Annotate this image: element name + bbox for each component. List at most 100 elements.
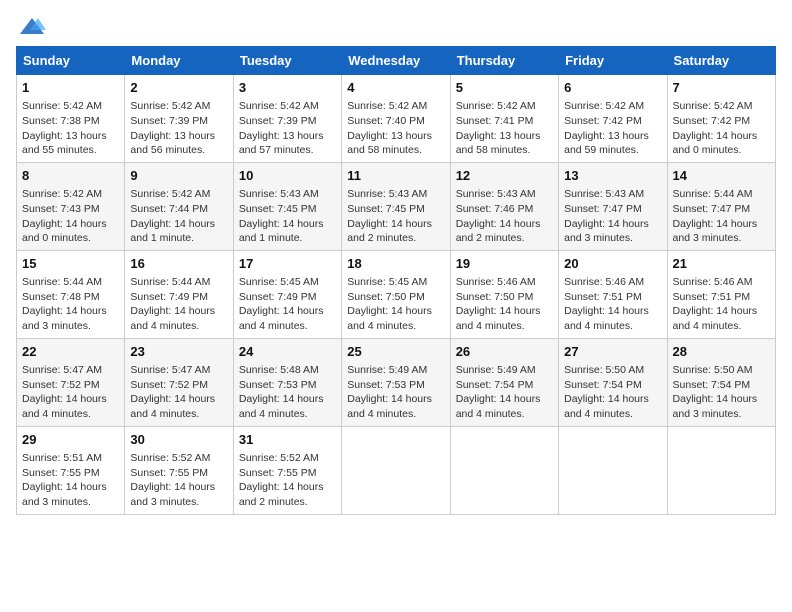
sunrise-text: Sunrise: 5:42 AM bbox=[22, 187, 119, 202]
day-number: 29 bbox=[22, 431, 119, 449]
calendar-cell: 8Sunrise: 5:42 AMSunset: 7:43 PMDaylight… bbox=[17, 162, 125, 250]
calendar-week-3: 8Sunrise: 5:42 AMSunset: 7:43 PMDaylight… bbox=[17, 162, 776, 250]
logo bbox=[16, 16, 46, 34]
sunset-text: Sunset: 7:50 PM bbox=[347, 290, 444, 305]
daylight-label: Daylight: 14 hours and 0 minutes. bbox=[22, 217, 119, 246]
sunset-text: Sunset: 7:47 PM bbox=[673, 202, 770, 217]
day-number: 13 bbox=[564, 167, 661, 185]
calendar-cell: 19Sunrise: 5:46 AMSunset: 7:50 PMDayligh… bbox=[450, 250, 558, 338]
daylight-label: Daylight: 14 hours and 0 minutes. bbox=[673, 129, 770, 158]
sunset-text: Sunset: 7:48 PM bbox=[22, 290, 119, 305]
sunrise-text: Sunrise: 5:44 AM bbox=[673, 187, 770, 202]
sunset-text: Sunset: 7:54 PM bbox=[673, 378, 770, 393]
calendar-cell: 1Sunrise: 5:42 AMSunset: 7:38 PMDaylight… bbox=[17, 75, 125, 163]
sunset-text: Sunset: 7:39 PM bbox=[130, 114, 227, 129]
sunset-text: Sunset: 7:45 PM bbox=[347, 202, 444, 217]
day-number: 22 bbox=[22, 343, 119, 361]
calendar-cell: 4Sunrise: 5:42 AMSunset: 7:40 PMDaylight… bbox=[342, 75, 450, 163]
sunset-text: Sunset: 7:55 PM bbox=[130, 466, 227, 481]
sunset-text: Sunset: 7:50 PM bbox=[456, 290, 553, 305]
sunset-text: Sunset: 7:52 PM bbox=[130, 378, 227, 393]
calendar-cell: 3Sunrise: 5:42 AMSunset: 7:39 PMDaylight… bbox=[233, 75, 341, 163]
daylight-label: Daylight: 14 hours and 4 minutes. bbox=[347, 304, 444, 333]
daylight-label: Daylight: 14 hours and 3 minutes. bbox=[673, 217, 770, 246]
calendar-cell: 5Sunrise: 5:42 AMSunset: 7:41 PMDaylight… bbox=[450, 75, 558, 163]
calendar-cell: 14Sunrise: 5:44 AMSunset: 7:47 PMDayligh… bbox=[667, 162, 775, 250]
sunrise-text: Sunrise: 5:43 AM bbox=[564, 187, 661, 202]
sunrise-text: Sunrise: 5:45 AM bbox=[239, 275, 336, 290]
daylight-label: Daylight: 14 hours and 4 minutes. bbox=[564, 392, 661, 421]
day-number: 26 bbox=[456, 343, 553, 361]
day-number: 11 bbox=[347, 167, 444, 185]
sunset-text: Sunset: 7:47 PM bbox=[564, 202, 661, 217]
daylight-label: Daylight: 13 hours and 59 minutes. bbox=[564, 129, 661, 158]
calendar-header-row: SundayMondayTuesdayWednesdayThursdayFrid… bbox=[17, 47, 776, 75]
day-number: 6 bbox=[564, 79, 661, 97]
daylight-label: Daylight: 14 hours and 4 minutes. bbox=[239, 304, 336, 333]
sunset-text: Sunset: 7:41 PM bbox=[456, 114, 553, 129]
sunrise-text: Sunrise: 5:42 AM bbox=[130, 99, 227, 114]
daylight-label: Daylight: 13 hours and 58 minutes. bbox=[347, 129, 444, 158]
day-number: 1 bbox=[22, 79, 119, 97]
day-number: 23 bbox=[130, 343, 227, 361]
sunrise-text: Sunrise: 5:42 AM bbox=[22, 99, 119, 114]
day-number: 30 bbox=[130, 431, 227, 449]
sunset-text: Sunset: 7:49 PM bbox=[130, 290, 227, 305]
sunset-text: Sunset: 7:54 PM bbox=[456, 378, 553, 393]
calendar-cell: 28Sunrise: 5:50 AMSunset: 7:54 PMDayligh… bbox=[667, 338, 775, 426]
calendar-week-2: 1Sunrise: 5:42 AMSunset: 7:38 PMDaylight… bbox=[17, 75, 776, 163]
day-number: 31 bbox=[239, 431, 336, 449]
daylight-label: Daylight: 14 hours and 3 minutes. bbox=[22, 304, 119, 333]
day-number: 27 bbox=[564, 343, 661, 361]
sunrise-text: Sunrise: 5:46 AM bbox=[564, 275, 661, 290]
sunrise-text: Sunrise: 5:44 AM bbox=[22, 275, 119, 290]
daylight-label: Daylight: 13 hours and 55 minutes. bbox=[22, 129, 119, 158]
calendar-cell: 24Sunrise: 5:48 AMSunset: 7:53 PMDayligh… bbox=[233, 338, 341, 426]
sunset-text: Sunset: 7:46 PM bbox=[456, 202, 553, 217]
daylight-label: Daylight: 14 hours and 4 minutes. bbox=[22, 392, 119, 421]
sunrise-text: Sunrise: 5:42 AM bbox=[347, 99, 444, 114]
sunset-text: Sunset: 7:55 PM bbox=[22, 466, 119, 481]
day-number: 9 bbox=[130, 167, 227, 185]
calendar-cell: 12Sunrise: 5:43 AMSunset: 7:46 PMDayligh… bbox=[450, 162, 558, 250]
calendar-cell: 11Sunrise: 5:43 AMSunset: 7:45 PMDayligh… bbox=[342, 162, 450, 250]
day-number: 2 bbox=[130, 79, 227, 97]
sunset-text: Sunset: 7:43 PM bbox=[22, 202, 119, 217]
day-number: 17 bbox=[239, 255, 336, 273]
sunrise-text: Sunrise: 5:43 AM bbox=[456, 187, 553, 202]
day-number: 24 bbox=[239, 343, 336, 361]
day-number: 10 bbox=[239, 167, 336, 185]
daylight-label: Daylight: 14 hours and 4 minutes. bbox=[456, 304, 553, 333]
calendar-cell: 26Sunrise: 5:49 AMSunset: 7:54 PMDayligh… bbox=[450, 338, 558, 426]
calendar-cell: 15Sunrise: 5:44 AMSunset: 7:48 PMDayligh… bbox=[17, 250, 125, 338]
sunset-text: Sunset: 7:53 PM bbox=[347, 378, 444, 393]
sunrise-text: Sunrise: 5:49 AM bbox=[347, 363, 444, 378]
calendar-cell: 27Sunrise: 5:50 AMSunset: 7:54 PMDayligh… bbox=[559, 338, 667, 426]
sunrise-text: Sunrise: 5:43 AM bbox=[347, 187, 444, 202]
calendar-cell: 29Sunrise: 5:51 AMSunset: 7:55 PMDayligh… bbox=[17, 426, 125, 514]
day-number: 28 bbox=[673, 343, 770, 361]
day-number: 16 bbox=[130, 255, 227, 273]
sunrise-text: Sunrise: 5:43 AM bbox=[239, 187, 336, 202]
day-number: 7 bbox=[673, 79, 770, 97]
column-header-sunday: Sunday bbox=[17, 47, 125, 75]
day-number: 20 bbox=[564, 255, 661, 273]
sunset-text: Sunset: 7:42 PM bbox=[673, 114, 770, 129]
sunrise-text: Sunrise: 5:49 AM bbox=[456, 363, 553, 378]
daylight-label: Daylight: 14 hours and 1 minute. bbox=[130, 217, 227, 246]
calendar-cell bbox=[342, 426, 450, 514]
column-header-monday: Monday bbox=[125, 47, 233, 75]
sunrise-text: Sunrise: 5:42 AM bbox=[239, 99, 336, 114]
sunset-text: Sunset: 7:53 PM bbox=[239, 378, 336, 393]
sunrise-text: Sunrise: 5:50 AM bbox=[564, 363, 661, 378]
column-header-wednesday: Wednesday bbox=[342, 47, 450, 75]
column-header-saturday: Saturday bbox=[667, 47, 775, 75]
daylight-label: Daylight: 14 hours and 4 minutes. bbox=[239, 392, 336, 421]
calendar-cell: 16Sunrise: 5:44 AMSunset: 7:49 PMDayligh… bbox=[125, 250, 233, 338]
sunrise-text: Sunrise: 5:42 AM bbox=[564, 99, 661, 114]
calendar-cell: 13Sunrise: 5:43 AMSunset: 7:47 PMDayligh… bbox=[559, 162, 667, 250]
daylight-label: Daylight: 14 hours and 2 minutes. bbox=[456, 217, 553, 246]
daylight-label: Daylight: 14 hours and 3 minutes. bbox=[130, 480, 227, 509]
day-number: 5 bbox=[456, 79, 553, 97]
sunrise-text: Sunrise: 5:51 AM bbox=[22, 451, 119, 466]
